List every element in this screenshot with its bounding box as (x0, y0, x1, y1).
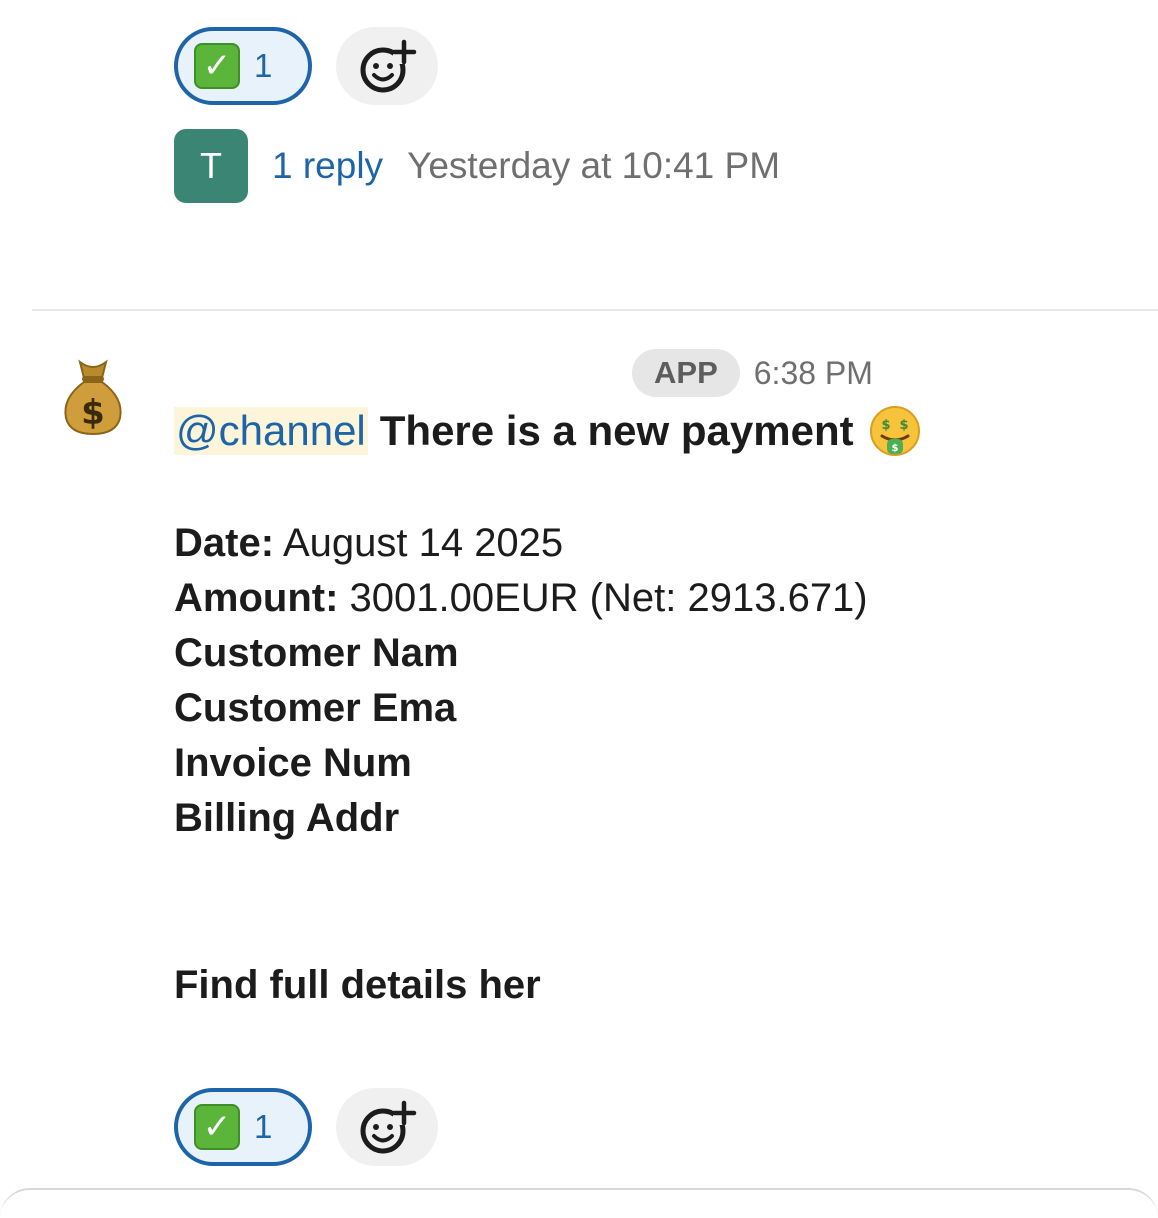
svg-text:$: $ (881, 418, 890, 433)
reply-count-link[interactable]: 1 reply (272, 145, 383, 187)
reaction-count: 1 (254, 1108, 273, 1145)
billing-label: Billing Addr (174, 796, 400, 840)
customer-name-row: Customer Nam (174, 626, 868, 681)
add-reaction-button[interactable] (336, 1088, 438, 1166)
add-reaction-button[interactable] (336, 27, 438, 105)
customer-email-label: Customer Ema (174, 686, 457, 730)
add-reaction-icon (360, 39, 417, 93)
date-value: August 14 2025 (274, 521, 564, 565)
amount-label: Amount: (174, 576, 339, 620)
composer-edge (0, 1188, 1158, 1218)
payment-details: Date: August 14 2025 Amount: 3001.00EUR … (174, 516, 868, 846)
thread-summary[interactable]: T 1 reply Yesterday at 10:41 PM (174, 128, 780, 204)
money-mouth-face-icon: $ $ $ (869, 406, 920, 456)
check-mark-icon: ✓ (194, 1104, 240, 1150)
check-reaction-button[interactable]: ✓ 1 (174, 27, 312, 105)
headline-text: There is a new payment (379, 407, 854, 454)
invoice-label: Invoice Num (174, 741, 412, 785)
date-label: Date: (174, 521, 275, 565)
reply-timestamp: Yesterday at 10:41 PM (407, 145, 781, 186)
customer-email-row: Customer Ema (174, 681, 868, 736)
message-timestamp[interactable]: 6:38 PM (754, 355, 873, 392)
reaction-count: 1 (254, 47, 273, 84)
channel-mention[interactable]: @channel (174, 407, 368, 455)
app-badge: APP (632, 349, 740, 397)
date-row: Date: August 14 2025 (174, 516, 868, 571)
message-headline: @channel There is a new payment $ $ $ (174, 404, 922, 458)
message-meta: APP 6:38 PM (632, 348, 873, 398)
reaction-bar-top: ✓ 1 (174, 27, 438, 105)
check-mark-icon: ✓ (194, 43, 240, 89)
customer-name-label: Customer Nam (174, 631, 459, 675)
avatar: T (174, 129, 248, 203)
money-bag-icon: $ (64, 359, 122, 436)
svg-text:$: $ (81, 393, 105, 433)
billing-row: Billing Addr (174, 791, 868, 846)
message-divider (32, 309, 1158, 311)
find-details-text: Find full details her (174, 963, 541, 1007)
svg-text:$: $ (899, 418, 908, 433)
check-reaction-button[interactable]: ✓ 1 (174, 1088, 312, 1166)
invoice-row: Invoice Num (174, 736, 868, 791)
add-reaction-icon (360, 1100, 417, 1154)
reaction-bar-bottom: ✓ 1 (174, 1088, 438, 1166)
svg-text:$: $ (891, 443, 898, 454)
amount-value: 3001.00EUR (Net: 2913.671) (338, 576, 868, 620)
amount-row: Amount: 3001.00EUR (Net: 2913.671) (174, 571, 868, 626)
